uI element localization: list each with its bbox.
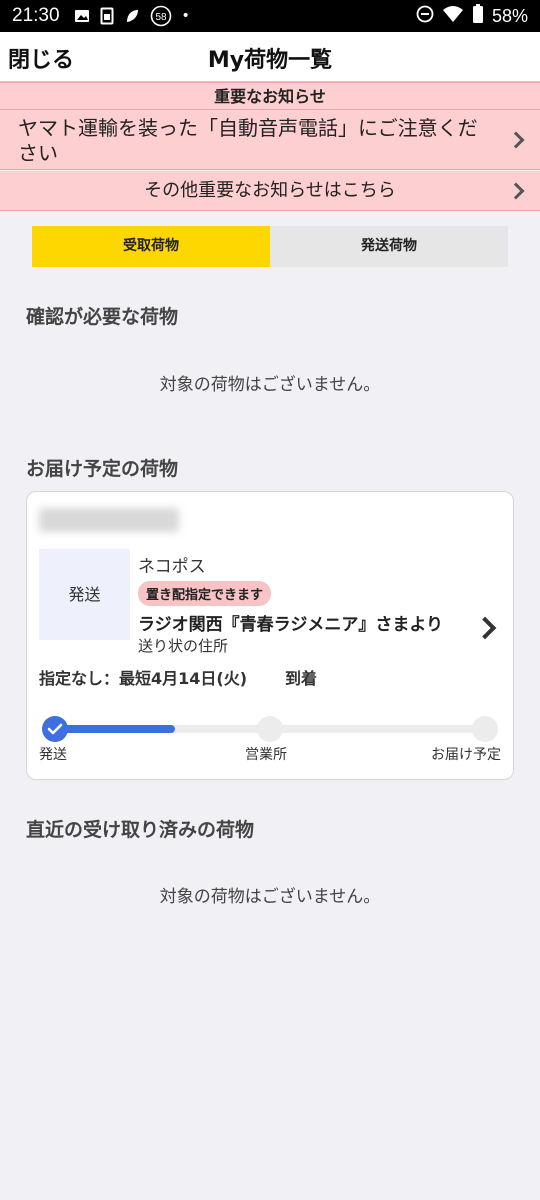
progress-fill — [55, 725, 176, 733]
phone-scam-notice-link[interactable]: ヤマト運輸を装った「自動音声電話」にご注意ください — [0, 110, 540, 170]
dot-icon: • — [181, 8, 190, 24]
do-not-disturb-icon — [416, 5, 434, 28]
step-label-office: 営業所 — [245, 747, 287, 763]
leaf-icon — [124, 8, 140, 24]
phone-scam-notice-text: ヤマト運輸を装った「自動音声電話」にご注意ください — [18, 116, 478, 165]
important-notice-heading: 重要なお知らせ — [0, 82, 540, 110]
package-thumbnail: 発送 — [39, 549, 130, 640]
step-label-shipped: 発送 — [39, 747, 67, 763]
page-title: My荷物一覧 — [207, 48, 333, 73]
checkmark-icon — [47, 723, 63, 735]
battery-icon — [472, 3, 484, 29]
step-dot-office — [257, 716, 283, 742]
empty-message-recent: 対象の荷物はございません。 — [159, 887, 381, 907]
image-icon — [74, 8, 90, 24]
notification-count: 58 — [155, 12, 167, 23]
sim-icon — [100, 7, 114, 25]
package-card[interactable]: 発送 ネコポス 置き配指定できます ラジオ関西『青春ラジメニア』さまより 送り状… — [26, 491, 514, 780]
chevron-right-icon — [473, 616, 497, 640]
other-notices-link[interactable]: その他重要なお知らせはこちら — [0, 171, 540, 211]
section-title-needs-confirmation: 確認が必要な荷物 — [26, 306, 179, 328]
section-title-recent: 直近の受け取り済みの荷物 — [26, 819, 255, 841]
tracking-number-redacted — [39, 508, 179, 532]
chevron-right-icon — [507, 131, 525, 149]
arrival-label: 到着 — [285, 669, 318, 688]
delivery-service: ネコポス — [138, 557, 206, 577]
sender-name: ラジオ関西『青春ラジメニア』さまより — [138, 615, 443, 635]
clock: 21:30 — [12, 5, 60, 26]
battery-percentage: 58% — [491, 5, 528, 26]
step-label-delivery: お届け予定 — [431, 747, 501, 763]
shipping-address-label: 送り状の住所 — [138, 637, 229, 655]
other-notices-text: その他重要なお知らせはこちら — [144, 180, 396, 201]
status-bar: 21:30 58 • 58% — [0, 0, 540, 32]
tab-sent-packages[interactable]: 発送荷物 — [270, 226, 508, 267]
chevron-right-icon — [507, 182, 525, 200]
empty-message-needs-confirmation: 対象の荷物はございません。 — [159, 375, 381, 395]
app-header: 閉じる My荷物一覧 — [0, 32, 540, 82]
step-dot-shipped — [42, 716, 68, 742]
notification-badge-icon: 58 — [150, 5, 172, 27]
drop-off-badge: 置き配指定できます — [138, 581, 272, 606]
section-title-scheduled: お届け予定の荷物 — [26, 458, 179, 480]
wifi-icon — [442, 5, 464, 28]
estimated-arrival: 指定なし：最短4月14日(火) — [39, 669, 248, 688]
package-tabs: 受取荷物 発送荷物 — [32, 226, 508, 267]
tab-received-packages[interactable]: 受取荷物 — [32, 226, 270, 267]
step-dot-delivery — [472, 716, 498, 742]
